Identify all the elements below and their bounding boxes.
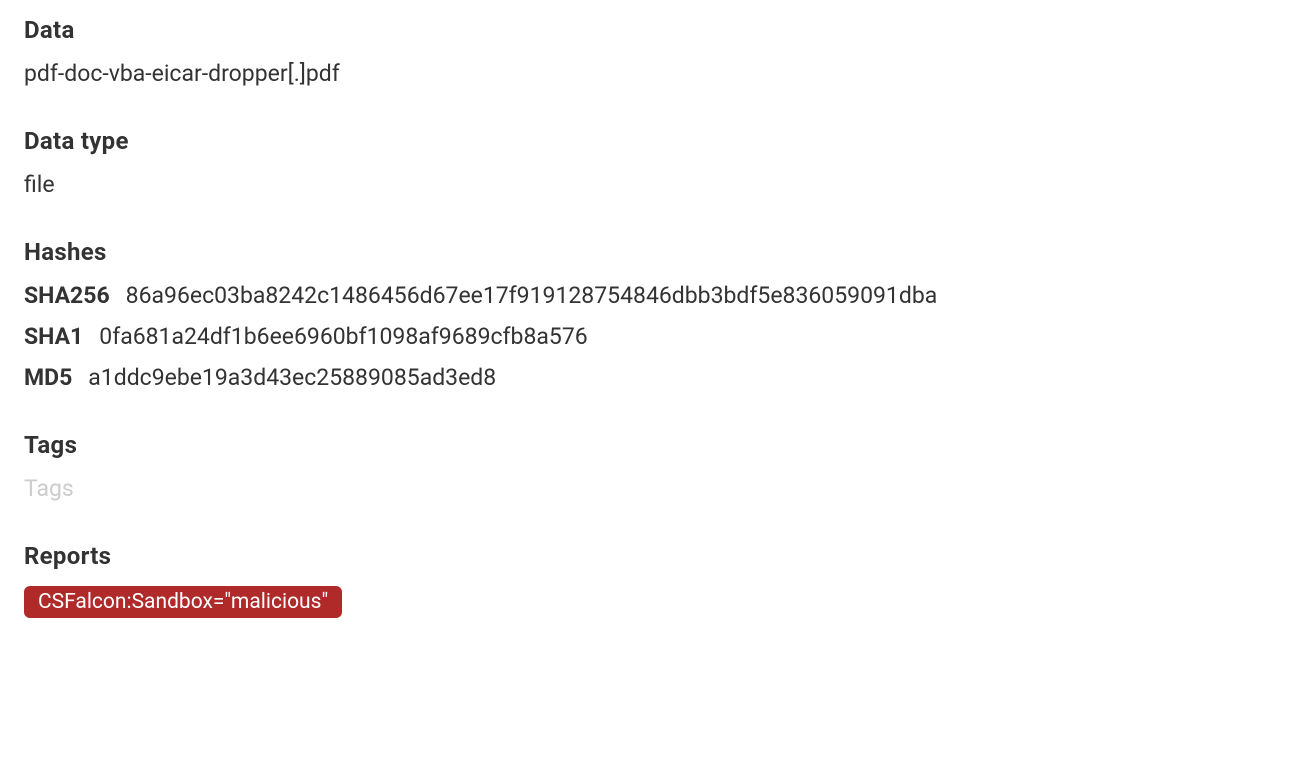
tags-heading: Tags [24, 431, 1288, 459]
hash-row: MD5 a1ddc9ebe19a3d43ec25889085ad3ed8 [24, 364, 1288, 391]
hashes-heading: Hashes [24, 238, 1288, 266]
data-heading: Data [24, 16, 1288, 44]
reports-heading: Reports [24, 542, 1288, 570]
data-type-value: file [24, 171, 1288, 198]
data-section: Data pdf-doc-vba-eicar-dropper[.]pdf [24, 16, 1288, 87]
hash-label-sha1: SHA1 [24, 323, 83, 350]
hash-label-md5: MD5 [24, 364, 72, 391]
data-type-section: Data type file [24, 127, 1288, 198]
hashes-section: Hashes SHA256 86a96ec03ba8242c1486456d67… [24, 238, 1288, 391]
report-badge: CSFalcon:Sandbox="malicious" [24, 586, 342, 618]
tags-section: Tags Tags [24, 431, 1288, 502]
tags-placeholder[interactable]: Tags [24, 475, 1288, 502]
data-type-heading: Data type [24, 127, 1288, 155]
hash-value-sha256: 86a96ec03ba8242c1486456d67ee17f919128754… [126, 282, 938, 309]
hash-row: SHA256 86a96ec03ba8242c1486456d67ee17f91… [24, 282, 1288, 309]
reports-section: Reports CSFalcon:Sandbox="malicious" [24, 542, 1288, 618]
hash-row: SHA1 0fa681a24df1b6ee6960bf1098af9689cfb… [24, 323, 1288, 350]
hash-label-sha256: SHA256 [24, 282, 110, 309]
hash-value-sha1: 0fa681a24df1b6ee6960bf1098af9689cfb8a576 [99, 323, 587, 350]
data-value: pdf-doc-vba-eicar-dropper[.]pdf [24, 60, 1288, 87]
hash-value-md5: a1ddc9ebe19a3d43ec25889085ad3ed8 [88, 364, 496, 391]
